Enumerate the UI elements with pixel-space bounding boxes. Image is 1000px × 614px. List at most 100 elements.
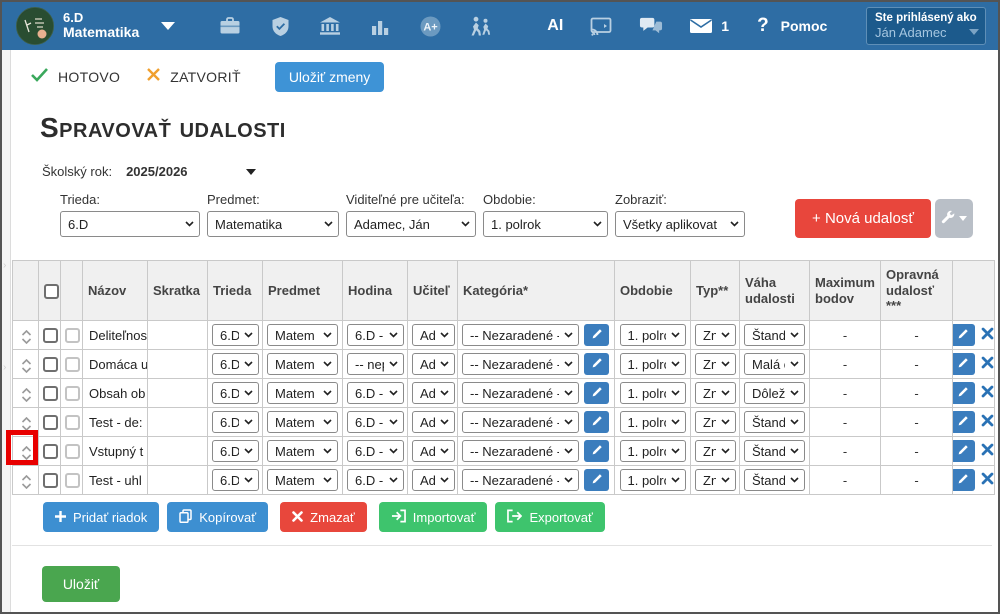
row-select-checkbox[interactable] xyxy=(43,386,58,401)
event-name-cell[interactable]: Domáca u xyxy=(83,350,148,379)
delete-row-button[interactable] xyxy=(978,324,995,346)
edit-row-button[interactable] xyxy=(953,353,976,375)
hodina-select[interactable]: 6.D - M xyxy=(347,324,404,346)
ucitel-select[interactable]: Adar xyxy=(412,324,455,346)
hodina-select[interactable]: 6.D - M xyxy=(347,382,404,404)
hodina-select[interactable]: 6.D - M xyxy=(347,411,404,433)
row-select-checkbox[interactable] xyxy=(43,415,58,430)
event-name-cell[interactable]: Vstupný t xyxy=(83,437,148,466)
vaha-select[interactable]: Štand xyxy=(744,411,805,433)
row-secondary-checkbox[interactable] xyxy=(65,328,80,343)
ucitel-select[interactable]: Adar xyxy=(412,440,455,462)
school-year-caret-icon[interactable] xyxy=(246,169,256,175)
class-filter-select[interactable]: 6.D xyxy=(60,211,200,237)
typ-select[interactable]: Zná xyxy=(695,411,736,433)
obdobie-select[interactable]: 1. polro xyxy=(620,440,686,462)
obdobie-select[interactable]: 1. polro xyxy=(620,353,686,375)
class-dropdown-caret-icon[interactable] xyxy=(161,22,175,30)
delete-button[interactable]: Zmazať xyxy=(280,502,367,532)
row-secondary-checkbox[interactable] xyxy=(65,415,80,430)
cast-screen-icon[interactable] xyxy=(589,14,613,38)
trieda-select[interactable]: 6.D xyxy=(212,411,259,433)
row-drag-handle[interactable] xyxy=(17,443,36,463)
edit-row-button[interactable] xyxy=(953,469,976,491)
trieda-select[interactable]: 6.D xyxy=(212,382,259,404)
grades-circle-icon[interactable]: A+ xyxy=(418,14,442,38)
show-filter-select[interactable]: Všetky aplikovat xyxy=(615,211,745,237)
event-name-cell[interactable]: Obsah ob xyxy=(83,379,148,408)
panel-expand-chevron-icon[interactable]: › xyxy=(3,362,6,373)
predmet-select[interactable]: Matem xyxy=(267,353,338,375)
row-select-checkbox[interactable] xyxy=(43,444,58,459)
done-button[interactable]: HOTOVO xyxy=(30,67,120,87)
predmet-select[interactable]: Matem xyxy=(267,324,338,346)
ucitel-select[interactable]: Adar xyxy=(412,353,455,375)
typ-select[interactable]: Zná xyxy=(695,382,736,404)
add-row-button[interactable]: Pridať riadok xyxy=(43,502,159,532)
trieda-select[interactable]: 6.D xyxy=(212,469,259,491)
select-all-checkbox[interactable] xyxy=(44,284,59,299)
close-button[interactable]: ZATVORIŤ xyxy=(146,67,241,87)
help-item[interactable]: ? Pomoc xyxy=(757,15,827,37)
messages-item[interactable]: 1 xyxy=(689,14,729,38)
students-walking-icon[interactable] xyxy=(468,14,492,38)
edit-row-button[interactable] xyxy=(953,382,976,404)
typ-select[interactable]: Zná xyxy=(695,353,736,375)
row-select-checkbox[interactable] xyxy=(43,473,58,488)
export-button[interactable]: Exportovať xyxy=(495,502,604,532)
row-select-checkbox[interactable] xyxy=(43,328,58,343)
save-button[interactable]: Uložiť xyxy=(42,566,120,602)
kategoria-select[interactable]: -- Nezaradené - xyxy=(462,353,579,375)
import-button[interactable]: Importovať xyxy=(379,502,488,532)
kategoria-select[interactable]: -- Nezaradené - xyxy=(462,382,579,404)
period-filter-select[interactable]: 1. polrok xyxy=(483,211,608,237)
delete-row-button[interactable] xyxy=(978,440,995,462)
delete-row-button[interactable] xyxy=(978,382,995,404)
delete-row-button[interactable] xyxy=(978,353,995,375)
new-event-button[interactable]: + Nová udalosť xyxy=(795,199,931,238)
logged-in-user-dropdown[interactable]: Ste prihlásený ako Ján Adamec xyxy=(866,7,986,45)
delete-row-button[interactable] xyxy=(978,411,995,433)
subject-filter-select[interactable]: Matematika xyxy=(207,211,339,237)
typ-select[interactable]: Zná xyxy=(695,440,736,462)
vaha-select[interactable]: Štand xyxy=(744,469,805,491)
row-drag-handle[interactable] xyxy=(17,385,36,405)
edit-row-button[interactable] xyxy=(953,324,976,346)
panel-expand-chevron-icon[interactable]: › xyxy=(3,260,6,271)
class-avatar[interactable] xyxy=(16,7,54,45)
predmet-select[interactable]: Matem xyxy=(267,411,338,433)
obdobie-select[interactable]: 1. polro xyxy=(620,324,686,346)
row-select-checkbox[interactable] xyxy=(43,357,58,372)
edit-category-button[interactable] xyxy=(584,382,609,404)
kategoria-select[interactable]: -- Nezaradené - xyxy=(462,324,579,346)
hodina-select[interactable]: 6.D - M xyxy=(347,469,404,491)
row-secondary-checkbox[interactable] xyxy=(65,444,80,459)
edit-row-button[interactable] xyxy=(953,440,976,462)
event-name-cell[interactable]: Test - uhl xyxy=(83,466,148,495)
skratka-cell[interactable] xyxy=(148,321,208,350)
predmet-select[interactable]: Matem xyxy=(267,469,338,491)
tools-dropdown-button[interactable] xyxy=(935,199,973,238)
row-secondary-checkbox[interactable] xyxy=(65,357,80,372)
predmet-select[interactable]: Matem xyxy=(267,382,338,404)
teacher-filter-select[interactable]: Adamec, Ján xyxy=(346,211,476,237)
edit-category-button[interactable] xyxy=(584,324,609,346)
obdobie-select[interactable]: 1. polro xyxy=(620,411,686,433)
edit-category-button[interactable] xyxy=(584,469,609,491)
ucitel-select[interactable]: Adar xyxy=(412,411,455,433)
kategoria-select[interactable]: -- Nezaradené - xyxy=(462,440,579,462)
vaha-select[interactable]: Štand xyxy=(744,324,805,346)
event-name-cell[interactable]: Deliteľnos xyxy=(83,321,148,350)
hodina-select[interactable]: -- nepri xyxy=(347,353,404,375)
edit-category-button[interactable] xyxy=(584,353,609,375)
edit-category-button[interactable] xyxy=(584,440,609,462)
class-selector[interactable]: 6.D Matematika xyxy=(63,11,139,41)
ucitel-select[interactable]: Adar xyxy=(412,469,455,491)
school-year-value[interactable]: 2025/2026 xyxy=(126,164,187,179)
kategoria-select[interactable]: -- Nezaradené - xyxy=(462,411,579,433)
trieda-select[interactable]: 6.D xyxy=(212,353,259,375)
vaha-select[interactable]: Malá č xyxy=(744,353,805,375)
row-drag-handle[interactable] xyxy=(17,472,36,492)
skratka-cell[interactable] xyxy=(148,408,208,437)
obdobie-select[interactable]: 1. polro xyxy=(620,469,686,491)
